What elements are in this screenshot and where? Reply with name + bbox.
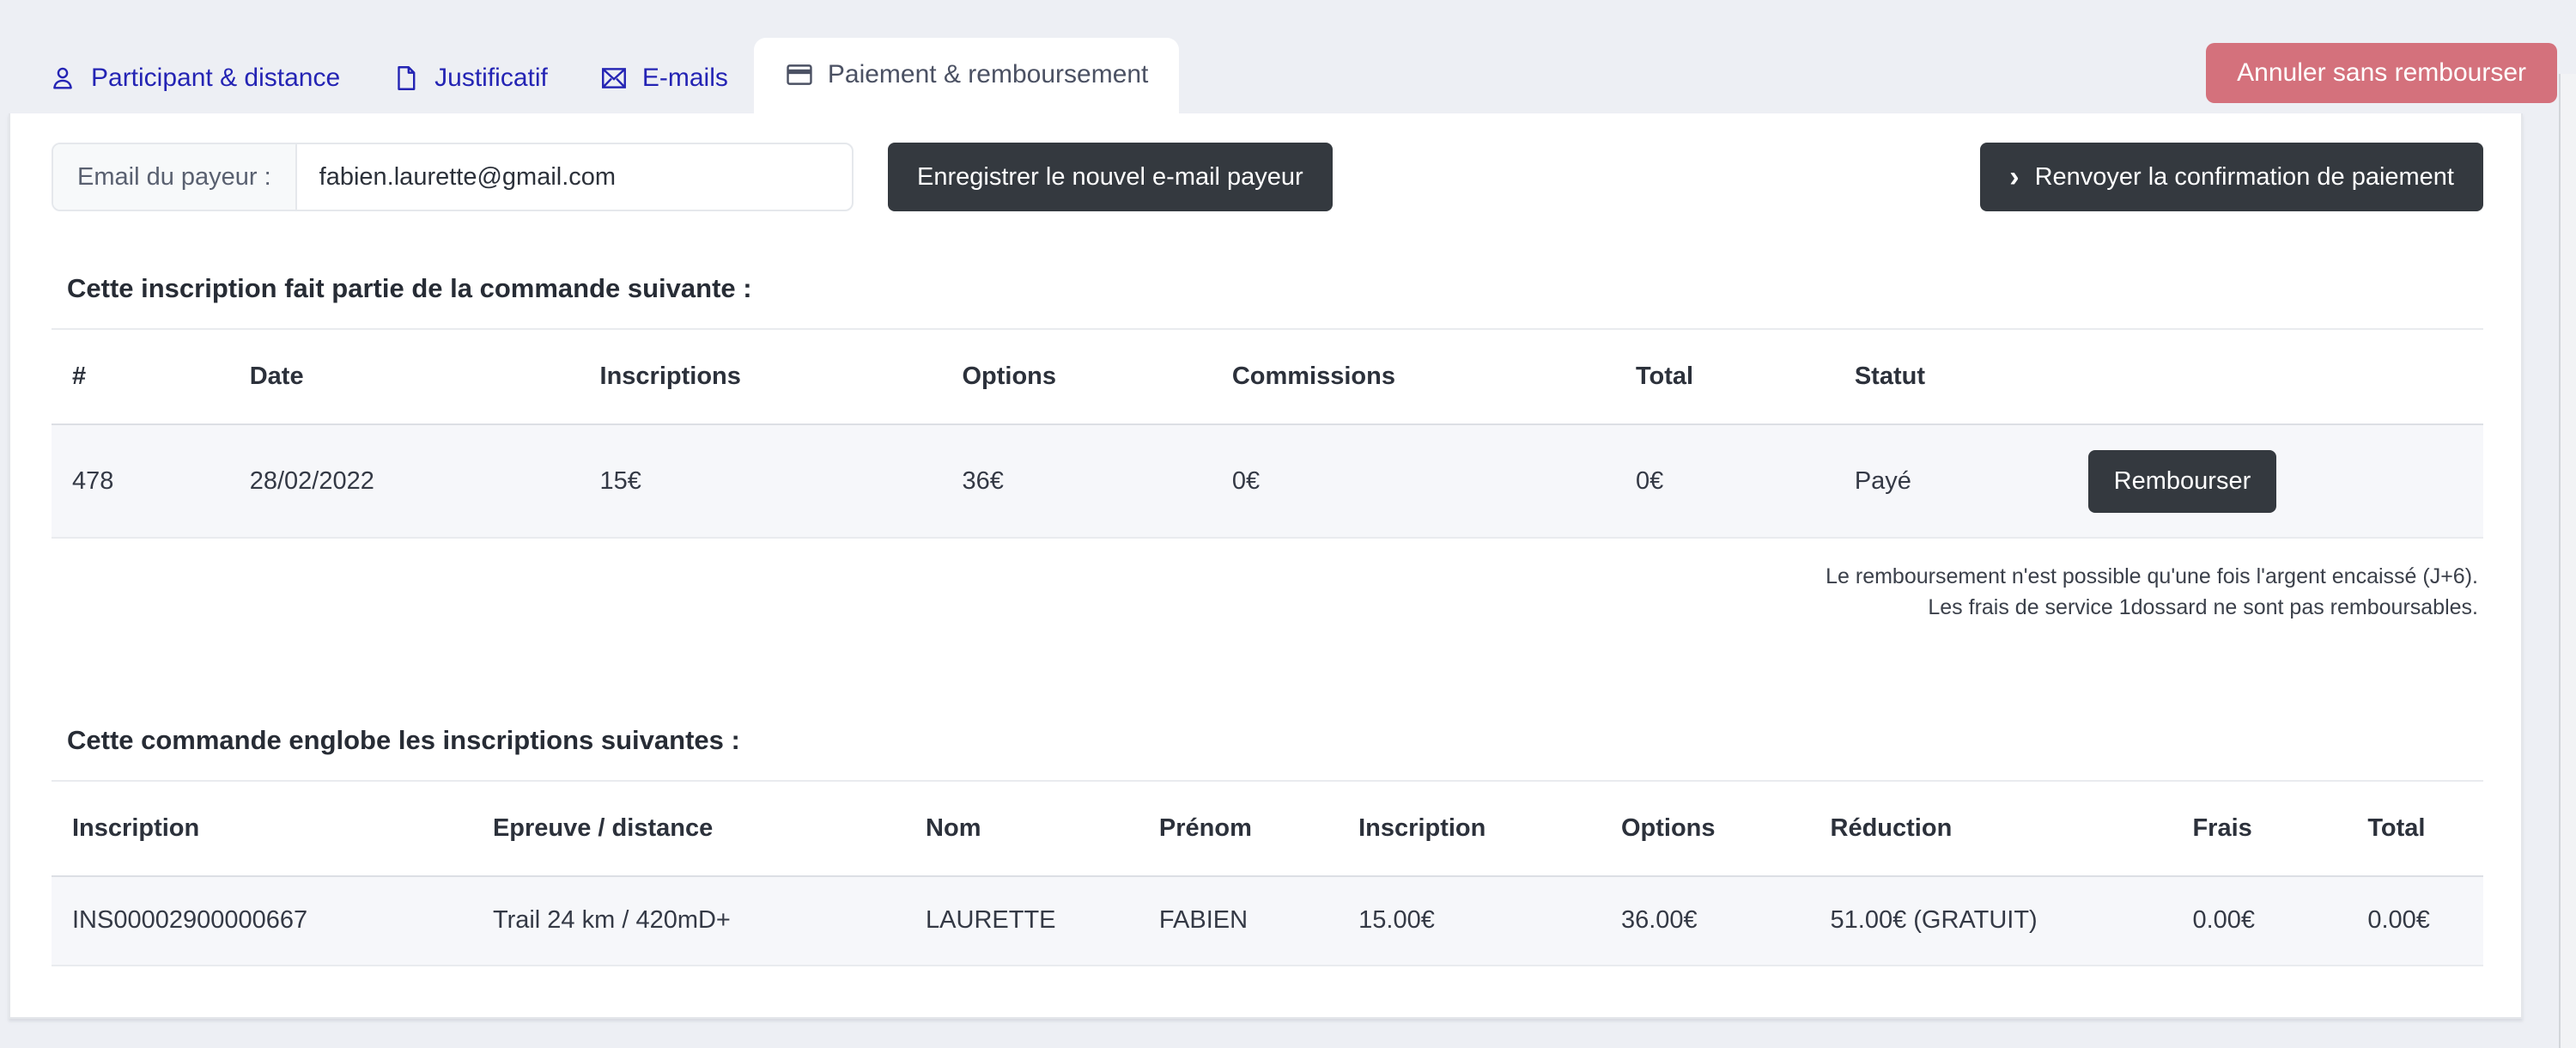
payer-email-input-group: Email du payeur : — [52, 143, 854, 211]
order-number-cell: 478 — [52, 424, 229, 538]
refund-notes: Le remboursement n'est possible qu'une f… — [52, 561, 2483, 624]
scrollbar-track[interactable] — [2559, 74, 2576, 1048]
tab-label: E-mails — [642, 64, 728, 93]
column-header: Date — [229, 329, 580, 424]
order-table: # Date Inscriptions Options Commissions … — [52, 328, 2483, 539]
column-header: Frais — [2172, 781, 2347, 876]
order-options-cell: 36€ — [941, 424, 1211, 538]
tab-label: Participant & distance — [91, 64, 340, 93]
person-icon — [48, 64, 77, 93]
resend-button-label: Renvoyer la confirmation de paiement — [2035, 163, 2454, 192]
refund-note-line: Le remboursement n'est possible qu'une f… — [52, 561, 2478, 592]
resend-payment-confirmation-button[interactable]: › Renvoyer la confirmation de paiement — [1980, 143, 2483, 211]
payer-email-label: Email du payeur : — [53, 144, 297, 210]
inscription-event-cell: Trail 24 km / 420mD+ — [472, 876, 905, 966]
inscription-firstname-cell: FABIEN — [1139, 876, 1338, 966]
inscription-lastname-cell: LAURETTE — [905, 876, 1139, 966]
tab-emails[interactable]: E-mails — [574, 46, 754, 113]
column-header: Prénom — [1139, 781, 1338, 876]
column-header: Réduction — [1810, 781, 2172, 876]
envelope-icon — [599, 64, 629, 93]
payer-email-input[interactable] — [297, 144, 852, 210]
column-header: Statut — [1834, 329, 2068, 424]
tab-participant-distance[interactable]: Participant & distance — [22, 46, 366, 113]
column-header: Inscription — [52, 781, 472, 876]
refund-note-line: Les frais de service 1dossard ne sont pa… — [52, 592, 2478, 623]
column-header: Options — [1601, 781, 1810, 876]
order-table-row: 478 28/02/2022 15€ 36€ 0€ 0€ Payé Rembou… — [52, 424, 2483, 538]
chevron-right-icon: › — [2009, 162, 2019, 192]
order-total-cell: 0€ — [1615, 424, 1834, 538]
order-action-cell: Rembourser — [2068, 424, 2483, 538]
payment-tab-panel: Email du payeur : Enregistrer le nouvel … — [9, 113, 2523, 1019]
tab-label: Paiement & remboursement — [828, 60, 1149, 89]
column-header — [2068, 329, 2483, 424]
top-tab-bar: Participant & distance Justificatif E-ma… — [0, 0, 2576, 113]
order-status-cell: Payé — [1834, 424, 2068, 538]
inscription-id-cell: INS00002900000667 — [52, 876, 472, 966]
document-icon — [392, 64, 421, 93]
inscriptions-section-title: Cette commande englobe les inscriptions … — [67, 725, 2483, 756]
column-header: Nom — [905, 781, 1139, 876]
column-header: Commissions — [1212, 329, 1615, 424]
inscription-amount-cell: 15.00€ — [1338, 876, 1601, 966]
save-payer-email-button[interactable]: Enregistrer le nouvel e-mail payeur — [888, 143, 1333, 211]
inscription-row: INS00002900000667 Trail 24 km / 420mD+ L… — [52, 876, 2483, 966]
column-header: Epreuve / distance — [472, 781, 905, 876]
order-commissions-cell: 0€ — [1212, 424, 1615, 538]
tab-label: Justificatif — [434, 64, 548, 93]
inscription-total-cell: 0.00€ — [2347, 876, 2483, 966]
column-header: Inscription — [1338, 781, 1601, 876]
column-header: Options — [941, 329, 1211, 424]
cancel-without-refund-button[interactable]: Annuler sans rembourser — [2206, 43, 2557, 103]
column-header: Total — [1615, 329, 1834, 424]
order-table-header-row: # Date Inscriptions Options Commissions … — [52, 329, 2483, 424]
inscriptions-table-header-row: Inscription Epreuve / distance Nom Préno… — [52, 781, 2483, 876]
inscription-reduction-cell: 51.00€ (GRATUIT) — [1810, 876, 2172, 966]
column-header: Inscriptions — [580, 329, 942, 424]
refund-button[interactable]: Rembourser — [2088, 450, 2277, 513]
order-section-title: Cette inscription fait partie de la comm… — [67, 273, 2483, 304]
order-inscriptions-cell: 15€ — [580, 424, 942, 538]
inscription-fees-cell: 0.00€ — [2172, 876, 2347, 966]
tab-justificatif[interactable]: Justificatif — [366, 46, 574, 113]
credit-card-icon — [785, 60, 814, 89]
column-header: # — [52, 329, 229, 424]
inscription-options-cell: 36.00€ — [1601, 876, 1810, 966]
tab-list: Participant & distance Justificatif E-ma… — [22, 38, 1179, 113]
column-header: Total — [2347, 781, 2483, 876]
inscriptions-table: Inscription Epreuve / distance Nom Préno… — [52, 780, 2483, 966]
payer-email-row: Email du payeur : Enregistrer le nouvel … — [52, 143, 2483, 211]
order-date-cell: 28/02/2022 — [229, 424, 580, 538]
tab-paiement-remboursement[interactable]: Paiement & remboursement — [754, 38, 1180, 113]
